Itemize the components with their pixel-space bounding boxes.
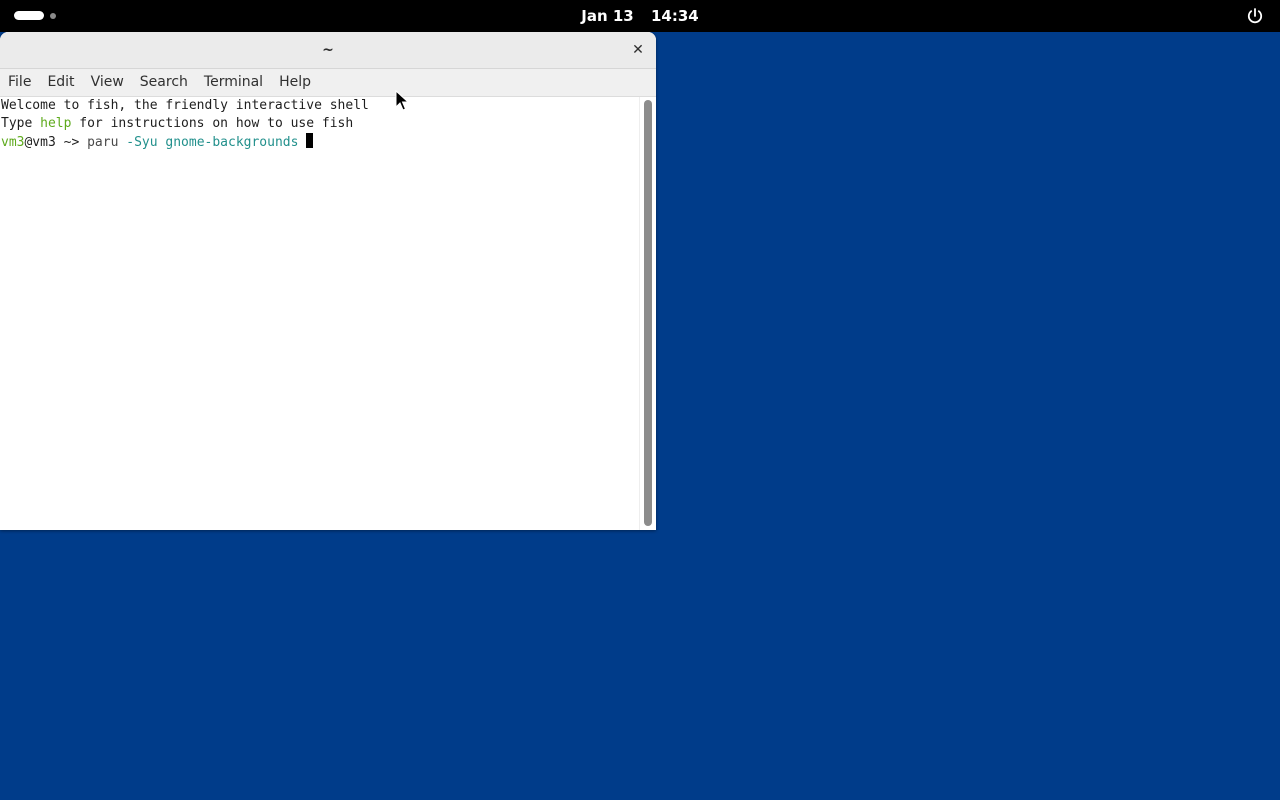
mouse-pointer-icon: [395, 90, 409, 111]
close-icon: ✕: [632, 42, 644, 58]
command-name: paru: [87, 135, 119, 150]
menu-bar: File Edit View Search Terminal Help: [0, 69, 656, 97]
menu-help[interactable]: Help: [271, 69, 319, 96]
scrollbar-thumb[interactable]: [644, 100, 652, 526]
prompt-host: @vm3: [24, 135, 56, 150]
text-cursor: [306, 133, 314, 148]
help-hint-prefix: Type: [1, 116, 41, 131]
prompt-line: vm3@vm3 ~> paru -Syu gnome-backgrounds: [0, 133, 640, 151]
help-keyword: help: [40, 116, 72, 131]
window-titlebar[interactable]: ~ ✕: [0, 32, 656, 69]
top-bar: Jan 13 14:34: [0, 0, 1280, 32]
menu-file[interactable]: File: [0, 69, 39, 96]
terminal-output[interactable]: Welcome to fish, the friendly interactiv…: [0, 97, 640, 530]
welcome-line: Welcome to fish, the friendly interactiv…: [1, 98, 369, 113]
help-hint-line: Type help for instructions on how to use…: [0, 115, 640, 133]
command-flag: -Syu: [118, 135, 158, 150]
scrollbar[interactable]: [639, 97, 656, 530]
clock-time: 14:34: [650, 7, 699, 25]
menu-search[interactable]: Search: [132, 69, 196, 96]
clock-button[interactable]: Jan 13 14:34: [569, 7, 710, 25]
menu-view[interactable]: View: [83, 69, 132, 96]
menu-edit[interactable]: Edit: [39, 69, 82, 96]
help-hint-suffix: for instructions on how to use fish: [71, 116, 354, 131]
terminal-window: ~ ✕ File Edit View Search Terminal Help …: [0, 32, 656, 530]
clock: Jan 13 14:34: [0, 0, 1280, 32]
clock-date: Jan 13: [581, 7, 634, 25]
menu-terminal[interactable]: Terminal: [196, 69, 271, 96]
command-argument: gnome-backgrounds: [157, 135, 299, 150]
close-button[interactable]: ✕: [628, 40, 648, 60]
window-title: ~: [322, 42, 334, 58]
prompt-user: vm3: [1, 135, 25, 150]
prompt-path: ~>: [55, 135, 88, 150]
power-icon[interactable]: [1246, 7, 1264, 25]
